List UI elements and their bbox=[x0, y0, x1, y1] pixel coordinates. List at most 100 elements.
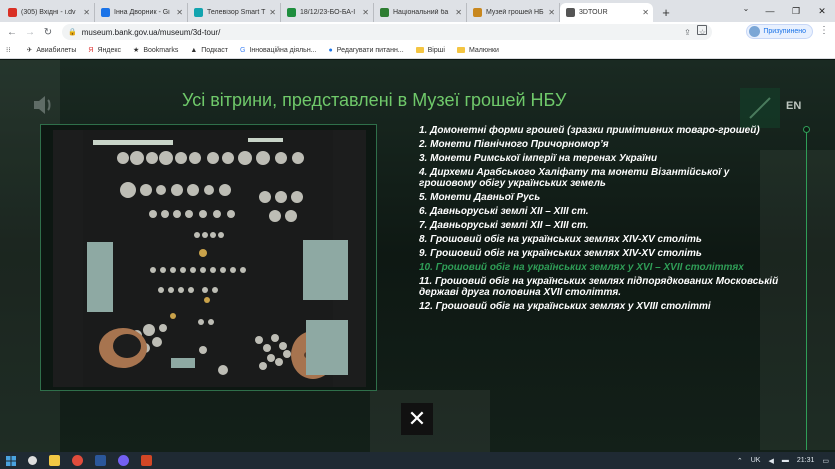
volume-icon[interactable]: ◀ bbox=[768, 457, 773, 465]
browser-tab[interactable]: 3DTOUR ✕ bbox=[560, 3, 653, 22]
showcase-item[interactable]: 3. Монети Римської імперії на теренах Ук… bbox=[419, 153, 789, 165]
address-bar[interactable]: 🔒 museum.bank.gov.ua/museum/3d-tour/ ⇪ ☆ bbox=[62, 24, 712, 40]
showcase-item[interactable]: 12. Грошовий обіг на українських землях … bbox=[419, 301, 789, 313]
tab-favicon-icon bbox=[473, 8, 482, 17]
avatar bbox=[749, 26, 761, 37]
fullscreen-button[interactable] bbox=[740, 88, 780, 128]
showcase-preview bbox=[40, 124, 377, 391]
word-icon[interactable] bbox=[95, 455, 106, 466]
star-icon: ★ bbox=[133, 47, 140, 54]
close-window-icon[interactable]: ✕ bbox=[809, 0, 835, 22]
chrome-icon[interactable] bbox=[72, 455, 83, 466]
yandex-icon: Я bbox=[88, 46, 94, 54]
tab-favicon-icon bbox=[566, 8, 575, 17]
info-card bbox=[303, 240, 348, 300]
edit-icon: ● bbox=[328, 46, 333, 54]
tab-strip: (305) Вхідні - i.dv ✕ Інна Дворник - Gi ✕ Те… bbox=[0, 0, 835, 22]
maximize-icon[interactable]: ❐ bbox=[783, 0, 809, 22]
showcase-item[interactable]: 6. Давньоруські землі XII – XIII ст. bbox=[419, 206, 789, 218]
forward-icon[interactable]: → bbox=[22, 24, 38, 40]
tray-chevron-icon[interactable]: ⌃ bbox=[737, 457, 743, 465]
google-icon: G bbox=[239, 46, 246, 54]
browser-tab[interactable]: Національний ба ✕ bbox=[374, 3, 467, 22]
tab-title: Музей грошей НБ bbox=[486, 9, 544, 16]
powerpoint-icon[interactable] bbox=[141, 455, 152, 466]
reload-icon[interactable]: ↻ bbox=[40, 24, 56, 40]
showcase-item[interactable]: 7. Давньоруські землі XII – XIII ст. bbox=[419, 220, 789, 232]
browser-tab[interactable]: Інна Дворник - Gi ✕ bbox=[95, 3, 188, 22]
showcase-item[interactable]: 11. Грошовий обіг на українських землях … bbox=[419, 276, 789, 299]
tab-favicon-icon bbox=[194, 8, 203, 17]
info-card bbox=[87, 242, 113, 312]
share-icon[interactable]: ⇪ bbox=[684, 28, 691, 37]
tab-close-icon[interactable]: ✕ bbox=[455, 8, 462, 17]
start-button[interactable] bbox=[0, 452, 22, 469]
scrollbar-track[interactable] bbox=[806, 130, 807, 450]
navigation-bar: ← → ↻ 🔒 museum.bank.gov.ua/museum/3d-tou… bbox=[0, 22, 835, 42]
folder-icon bbox=[456, 47, 465, 53]
taskbar: ⌃ UK ◀ ▬ 21:31 ▭ bbox=[0, 452, 835, 469]
bookmark-folder[interactable]: Малюнки bbox=[456, 47, 499, 54]
bookmark-folder[interactable]: Вірші bbox=[415, 47, 445, 54]
search-icon[interactable] bbox=[28, 456, 37, 465]
language-button[interactable]: EN bbox=[786, 100, 801, 112]
url-text: museum.bank.gov.ua/museum/3d-tour/ bbox=[81, 27, 221, 37]
showcase-item[interactable]: 4. Дирхеми Арабського Халіфату та монети… bbox=[419, 167, 789, 190]
window-controls: — ❐ ✕ bbox=[757, 0, 835, 22]
tab-close-icon[interactable]: ✕ bbox=[269, 8, 276, 17]
tab-favicon-icon bbox=[101, 8, 110, 17]
showcase-item[interactable]: 10. Грошовий обіг на українських землях … bbox=[419, 262, 789, 274]
minimize-icon[interactable]: — bbox=[757, 0, 783, 22]
tab-favicon-icon bbox=[380, 8, 389, 17]
close-button[interactable]: ✕ bbox=[401, 403, 433, 435]
browser-tab[interactable]: (305) Вхідні - i.dv ✕ bbox=[2, 3, 95, 22]
scrollbar-thumb[interactable] bbox=[803, 126, 810, 133]
tray-language[interactable]: UK bbox=[751, 457, 761, 464]
browser-menu-icon[interactable]: ⋮ bbox=[819, 25, 829, 36]
tour-page: EN Усі вітрини, представлені в Музеї гро… bbox=[0, 60, 835, 452]
network-icon[interactable]: ▬ bbox=[782, 457, 789, 464]
bookmark-item[interactable]: ★ Bookmarks bbox=[133, 46, 178, 55]
back-icon[interactable]: ← bbox=[4, 24, 20, 40]
bookmark-item[interactable]: ✈ Авиабилеты bbox=[26, 46, 76, 55]
bookmark-item[interactable]: ▲ Подкаст bbox=[190, 47, 228, 54]
showcase-item[interactable]: 8. Грошовий обіг на українських землях X… bbox=[419, 234, 789, 246]
tab-title: Національний ба bbox=[393, 9, 449, 16]
tab-close-icon[interactable]: ✕ bbox=[362, 8, 369, 17]
tab-favicon-icon bbox=[8, 8, 17, 17]
bookmark-item[interactable]: ● Редагувати питанн... bbox=[329, 47, 404, 54]
bookmark-item[interactable]: G Інноваційна діяльн... bbox=[240, 47, 317, 54]
notifications-icon[interactable]: ▭ bbox=[822, 457, 829, 465]
bookmarks-bar: ⁝⁝ ✈ Авиабилеты Я Яндекс ★ Bookmarks ▲ Подка… bbox=[0, 42, 835, 59]
profile-label: Призупинено bbox=[763, 28, 806, 35]
showcase-item[interactable]: 5. Монети Давньої Русь bbox=[419, 192, 789, 204]
browser-tab[interactable]: Музей грошей НБ ✕ bbox=[467, 3, 560, 22]
folder-icon bbox=[415, 47, 424, 53]
bookmark-item[interactable]: Я Яндекс bbox=[88, 47, 121, 54]
side-panel-icon[interactable] bbox=[697, 25, 707, 35]
tab-close-icon[interactable]: ✕ bbox=[548, 8, 555, 17]
file-explorer-icon[interactable] bbox=[49, 455, 60, 466]
browser-tab[interactable]: Телевізор Smart T ✕ bbox=[188, 3, 281, 22]
sound-icon[interactable] bbox=[30, 92, 56, 118]
tab-search-icon[interactable]: ⌄ bbox=[739, 4, 753, 18]
tab-close-icon[interactable]: ✕ bbox=[642, 8, 649, 17]
showcase-photo bbox=[53, 130, 366, 387]
tab-title: 3DTOUR bbox=[579, 9, 608, 16]
plane-icon: ✈ bbox=[26, 47, 33, 54]
new-tab-button[interactable]: + bbox=[657, 3, 675, 21]
profile-button[interactable]: Призупинено bbox=[746, 24, 813, 39]
tab-close-icon[interactable]: ✕ bbox=[176, 8, 183, 17]
browser-tab[interactable]: 18/12/23-БО-БА-I ✕ bbox=[281, 3, 374, 22]
tab-close-icon[interactable]: ✕ bbox=[83, 8, 90, 17]
podcast-icon: ▲ bbox=[190, 46, 198, 54]
viber-icon[interactable] bbox=[118, 455, 129, 466]
showcase-item[interactable]: 1. Домонетні форми грошей (зразки приміт… bbox=[419, 125, 789, 137]
clock[interactable]: 21:31 bbox=[797, 457, 815, 464]
apps-icon[interactable]: ⁝⁝ bbox=[6, 46, 14, 54]
showcase-item[interactable]: 2. Монети Північного Причорномор’я bbox=[419, 139, 789, 151]
showcase-item[interactable]: 9. Грошовий обіг на українських землях X… bbox=[419, 248, 789, 260]
system-tray: ⌃ UK ◀ ▬ 21:31 ▭ bbox=[737, 452, 829, 469]
info-card bbox=[306, 320, 348, 375]
tab-title: 18/12/23-БО-БА-I bbox=[300, 9, 356, 16]
